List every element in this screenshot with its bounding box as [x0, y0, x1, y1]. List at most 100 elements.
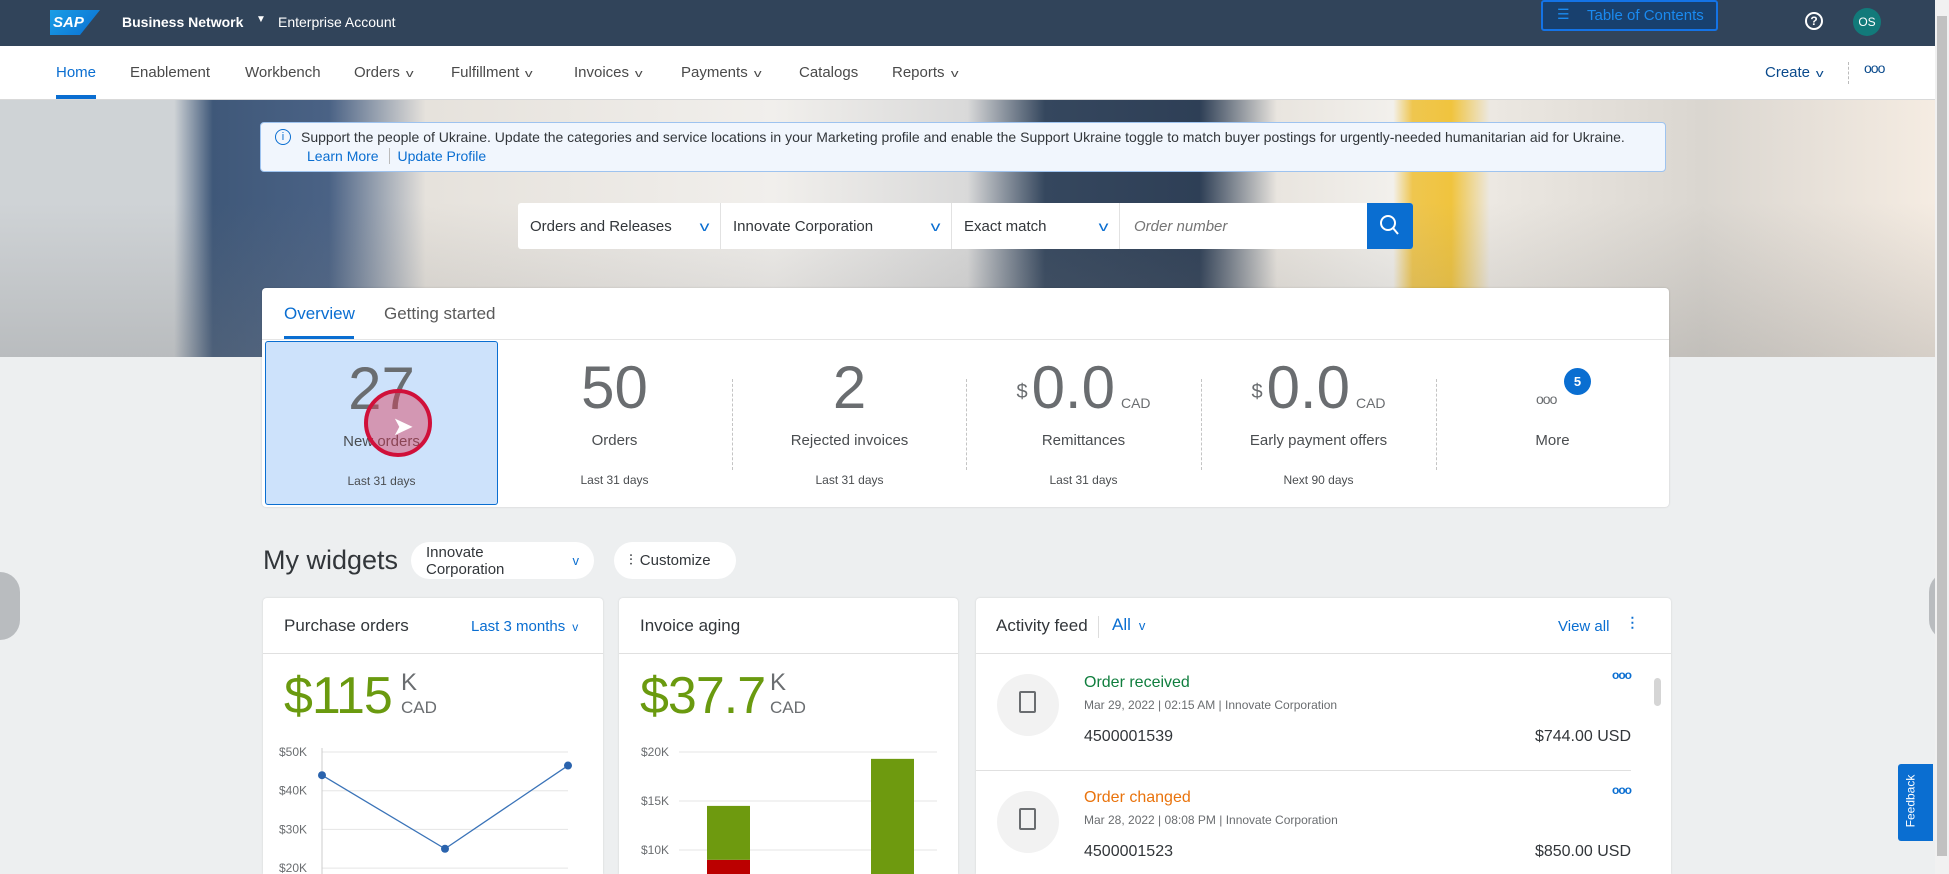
- activity-title: Order received: [1084, 674, 1190, 691]
- data-point[interactable]: [441, 844, 449, 853]
- select-value: All: [1112, 615, 1131, 634]
- learn-more-link[interactable]: Learn More: [307, 148, 379, 164]
- overview-card: Overview Getting started 27 New orders L…: [262, 288, 1669, 507]
- help-icon[interactable]: ?: [1805, 12, 1823, 30]
- amount: 0.0: [1266, 354, 1350, 421]
- chevron-down-icon: v: [930, 218, 941, 234]
- chevron-down-icon: v: [753, 68, 762, 80]
- item-actions-icon[interactable]: ooo: [1612, 668, 1632, 682]
- search-bar: Orders and Releases v Innovate Corporatio…: [518, 203, 1413, 249]
- widgets-company-select[interactable]: Innovate Corporation v: [411, 542, 594, 579]
- nav-reports[interactable]: Reports v: [892, 64, 959, 81]
- chevron-down-icon: v: [1098, 218, 1109, 234]
- kpi-period: Last 31 days: [347, 474, 416, 488]
- nav-catalogs[interactable]: Catalogs: [799, 64, 858, 81]
- nav-invoices[interactable]: Invoices v: [574, 64, 643, 81]
- sap-logo[interactable]: SAP: [50, 10, 100, 35]
- filter-settings-icon[interactable]: ⫶: [1630, 614, 1635, 635]
- create-button[interactable]: Create v: [1765, 64, 1824, 81]
- currency-unit: CAD: [1120, 395, 1151, 411]
- activity-title: Order changed: [1084, 789, 1191, 806]
- activity-meta: Mar 29, 2022 | 02:15 AM | Innovate Corpo…: [1084, 698, 1338, 712]
- document-type-select[interactable]: Orders and Releases v: [518, 203, 721, 249]
- kpi-label: Rejected invoices: [790, 432, 909, 449]
- chevron-down-icon: v: [634, 68, 643, 80]
- page-scrollbar[interactable]: [1935, 0, 1949, 874]
- currency-symbol: $: [1251, 381, 1263, 403]
- activity-time: 08:08 PM: [1164, 813, 1216, 827]
- ukraine-info-banner: i Support the people of Ukraine. Update …: [260, 122, 1666, 172]
- avatar[interactable]: OS: [1853, 8, 1881, 36]
- nav-enablement[interactable]: Enablement: [130, 64, 210, 81]
- amount: 0.0: [1031, 354, 1115, 421]
- shell-bar: SAP Business Network ▼ Enterprise Accoun…: [0, 0, 1949, 46]
- nav-workbench[interactable]: Workbench: [245, 64, 321, 81]
- table-of-contents-button[interactable]: ☰ Table of Contents: [1541, 0, 1718, 31]
- nav-payments[interactable]: Payments v: [681, 64, 762, 81]
- view-all-link[interactable]: View all: [1558, 618, 1609, 635]
- currency-symbol: $: [1016, 381, 1028, 403]
- kpi-period: Last 31 days: [815, 473, 884, 487]
- widget-header: Activity feed All v View all ⫶: [976, 598, 1671, 654]
- select-value: Orders and Releases: [530, 217, 672, 235]
- more-count-badge: 5: [1564, 368, 1591, 395]
- data-point[interactable]: [564, 761, 572, 770]
- nav-divider: [1848, 62, 1849, 84]
- bar-segment[interactable]: [871, 758, 914, 874]
- toc-label: Table of Contents: [1587, 7, 1704, 24]
- nav-fulfillment[interactable]: Fulfillment v: [451, 64, 533, 81]
- feed-scrollbar[interactable]: [1654, 678, 1661, 706]
- data-point[interactable]: [318, 771, 326, 780]
- nav-home[interactable]: Home: [56, 64, 96, 81]
- search-icon: [1380, 215, 1399, 235]
- activity-company: Innovate Corporation: [1225, 813, 1338, 827]
- kpi-label: Orders: [591, 432, 638, 449]
- kpi-orders[interactable]: 50 Orders Last 31 days: [498, 341, 731, 507]
- order-number: 4500001523: [1084, 843, 1173, 860]
- tab-overview[interactable]: Overview: [284, 304, 355, 324]
- customize-button[interactable]: ⫶ Customize: [614, 542, 736, 579]
- y-tick-label: $10K: [641, 843, 669, 857]
- select-value: Exact match: [964, 217, 1047, 235]
- order-number-input[interactable]: [1120, 203, 1367, 249]
- more-options-icon[interactable]: ooo: [1864, 60, 1885, 76]
- chevron-down-icon: v: [1815, 68, 1824, 80]
- match-type-select[interactable]: Exact match v: [952, 203, 1120, 249]
- item-actions-icon[interactable]: ooo: [1612, 783, 1632, 797]
- activity-time: 02:15 AM: [1164, 698, 1216, 712]
- kpi-remittances[interactable]: $0.0 CAD Remittances Last 31 days: [967, 341, 1200, 507]
- kpi-period: Last 31 days: [1049, 473, 1118, 487]
- y-tick-label: $20K: [279, 861, 307, 874]
- nav-orders[interactable]: Orders v: [354, 64, 413, 81]
- bar-segment[interactable]: [707, 859, 750, 874]
- kpi-rejected-invoices[interactable]: 2 Rejected invoices Last 31 days: [733, 341, 966, 507]
- y-tick-label: $40K: [279, 784, 307, 798]
- invoice-aging-widget: Invoice aging $37.7 K CAD $20K $15K $10K: [619, 598, 958, 874]
- search-button[interactable]: [1367, 203, 1413, 249]
- purchase-orders-widget: Purchase orders Last 3 months v $115 K CA…: [263, 598, 603, 874]
- bar-segment[interactable]: [707, 805, 750, 860]
- activity-date: Mar 28, 2022: [1084, 813, 1155, 827]
- scrollbar-thumb[interactable]: [1937, 16, 1947, 856]
- create-label: Create: [1765, 64, 1811, 81]
- activity-item[interactable]: Order changed Mar 28, 2022 | 08:08 PM | …: [976, 771, 1632, 874]
- update-profile-link[interactable]: Update Profile: [397, 148, 486, 164]
- chevron-down-icon: v: [950, 68, 959, 80]
- kpi-early-payment-offers[interactable]: $0.0 CAD Early payment offers Next 90 day…: [1202, 341, 1435, 507]
- carousel-prev-button[interactable]: [0, 572, 20, 640]
- product-caret-icon[interactable]: ▼: [256, 14, 266, 25]
- nav-label: Invoices: [574, 64, 630, 81]
- nav-label: Workbench: [245, 64, 321, 81]
- ellipsis-icon: ooo: [1536, 391, 1557, 407]
- active-tab-indicator: [56, 95, 96, 99]
- company-select[interactable]: Innovate Corporation v: [721, 203, 952, 249]
- kpi-more[interactable]: ooo 5 More: [1436, 341, 1669, 507]
- activity-filter-select[interactable]: All v: [1112, 615, 1145, 635]
- kpi-value: $0.0 CAD: [1202, 353, 1435, 438]
- select-value: Innovate Corporation: [426, 543, 505, 578]
- product-name[interactable]: Business Network: [122, 14, 243, 30]
- feedback-tab[interactable]: Feedback: [1898, 764, 1933, 841]
- tab-getting-started[interactable]: Getting started: [384, 304, 496, 324]
- nav-label: Enablement: [130, 64, 211, 81]
- activity-item[interactable]: Order received Mar 29, 2022 | 02:15 AM |…: [976, 654, 1632, 771]
